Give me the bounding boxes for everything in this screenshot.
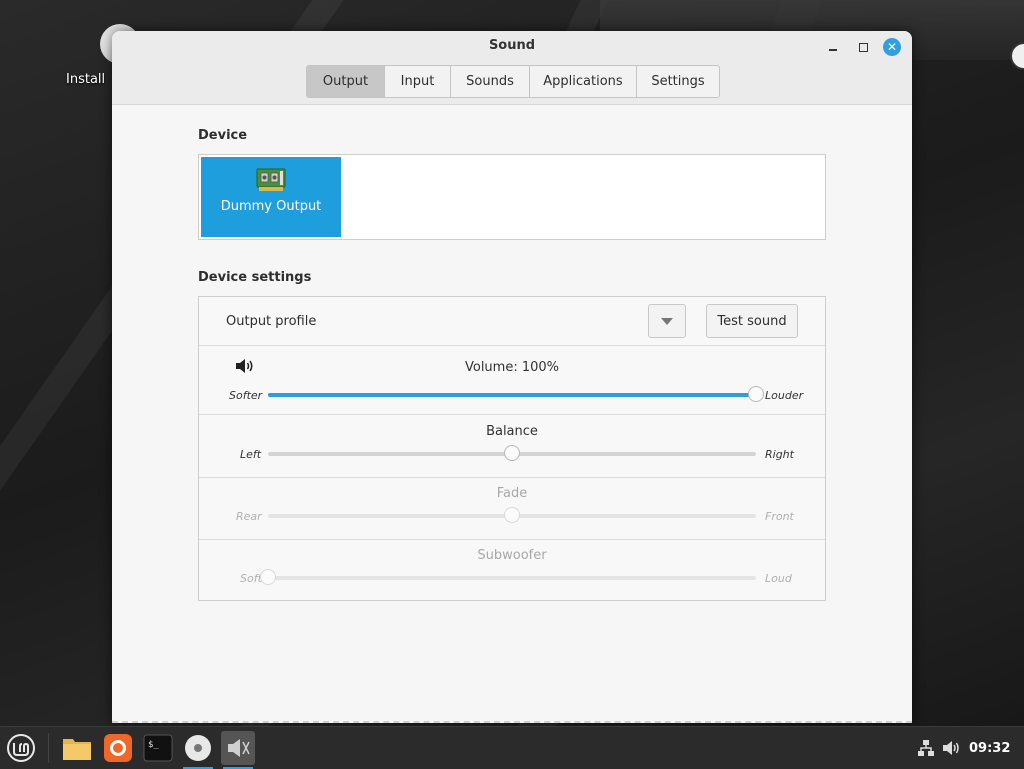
volume-tray-icon[interactable] [942,739,960,757]
disc-icon [185,735,211,761]
svg-text:$_: $_ [148,740,159,750]
output-profile-row: Output profile Test sound [199,297,825,346]
tab-sounds[interactable]: Sounds [451,66,530,97]
clock[interactable]: 09:32 [969,741,1010,756]
subwoofer-title: Subwoofer [477,548,547,563]
fade-high-label: Front [765,510,794,523]
window-title: Sound [488,38,536,53]
subwoofer-slider-handle [260,569,276,585]
balance-slider[interactable] [268,445,756,461]
output-profile-label: Output profile [226,314,317,329]
balance-high-label: Right [765,448,794,461]
subwoofer-low-label: Soft [240,572,262,585]
fade-slider [268,507,756,523]
minimize-icon [829,49,837,51]
chevron-down-icon [661,318,673,325]
terminal-launcher[interactable]: $_ [141,731,175,765]
titlebar: Sound ✕ Output Input Sounds Applications… [112,31,912,105]
balance-low-label: Left [240,448,262,461]
taskbar-separator [48,733,49,763]
tab-settings[interactable]: Settings [637,66,719,97]
install-label[interactable]: Install [66,72,105,87]
tab-bar: Output Input Sounds Applications Setting… [306,65,720,98]
slider-row-balance: Balance Left Right [199,415,825,478]
tab-input[interactable]: Input [385,66,451,97]
volume-low-label: Softer [229,389,263,402]
files-icon [63,739,91,760]
volume-high-label: Louder [765,389,804,402]
fade-title: Fade [496,486,528,501]
tab-output[interactable]: Output [307,66,385,97]
sound-settings-launcher[interactable] [221,731,255,769]
balance-slider-handle[interactable] [504,445,520,461]
tab-applications[interactable]: Applications [530,66,637,97]
device-settings-title: Device settings [198,270,312,285]
mint-menu-icon [7,734,35,762]
mint-menu-button[interactable] [4,731,38,765]
test-sound-button[interactable]: Test sound [706,304,798,338]
sound-settings-icon [228,739,250,757]
close-icon: ✕ [886,40,898,54]
sound-card-icon [256,168,286,191]
firefox-icon [104,734,132,762]
slider-row-volume: Volume: 100% Softer Louder [199,346,825,415]
network-icon[interactable] [917,739,935,757]
files-launcher[interactable] [60,731,94,765]
device-section-title: Device [198,128,248,143]
minimize-button[interactable] [824,38,842,56]
output-profile-dropdown[interactable] [648,304,686,338]
subwoofer-high-label: Loud [765,572,792,585]
slider-row-subwoofer: Subwoofer Soft Loud [199,540,825,600]
maximize-icon [858,42,868,52]
fade-slider-handle [504,507,520,523]
terminal-icon: $_ [143,734,173,762]
subwoofer-slider [260,569,756,585]
device-name: Dummy Output [220,199,322,214]
maximize-button[interactable] [854,38,872,56]
volume-slider-fill [268,393,756,397]
device-list: Dummy Output [198,154,826,240]
balance-title: Balance [486,424,538,439]
volume-slider[interactable] [268,386,764,402]
sound-window: Sound ✕ Output Input Sounds Applications… [112,31,912,723]
volume-title: Volume: 100% [464,360,560,375]
device-item-dummy-output[interactable]: Dummy Output [201,157,341,237]
slider-row-fade: Fade Rear Front [199,478,825,540]
close-button[interactable]: ✕ [883,38,901,56]
taskbar: $_ 09:32 [0,726,1024,769]
disc-launcher[interactable] [181,731,215,769]
firefox-launcher[interactable] [101,731,135,765]
fade-low-label: Rear [236,510,262,523]
volume-slider-handle[interactable] [748,386,764,402]
device-settings-panel: Output profile Test sound Volume: 100% S… [198,296,826,601]
